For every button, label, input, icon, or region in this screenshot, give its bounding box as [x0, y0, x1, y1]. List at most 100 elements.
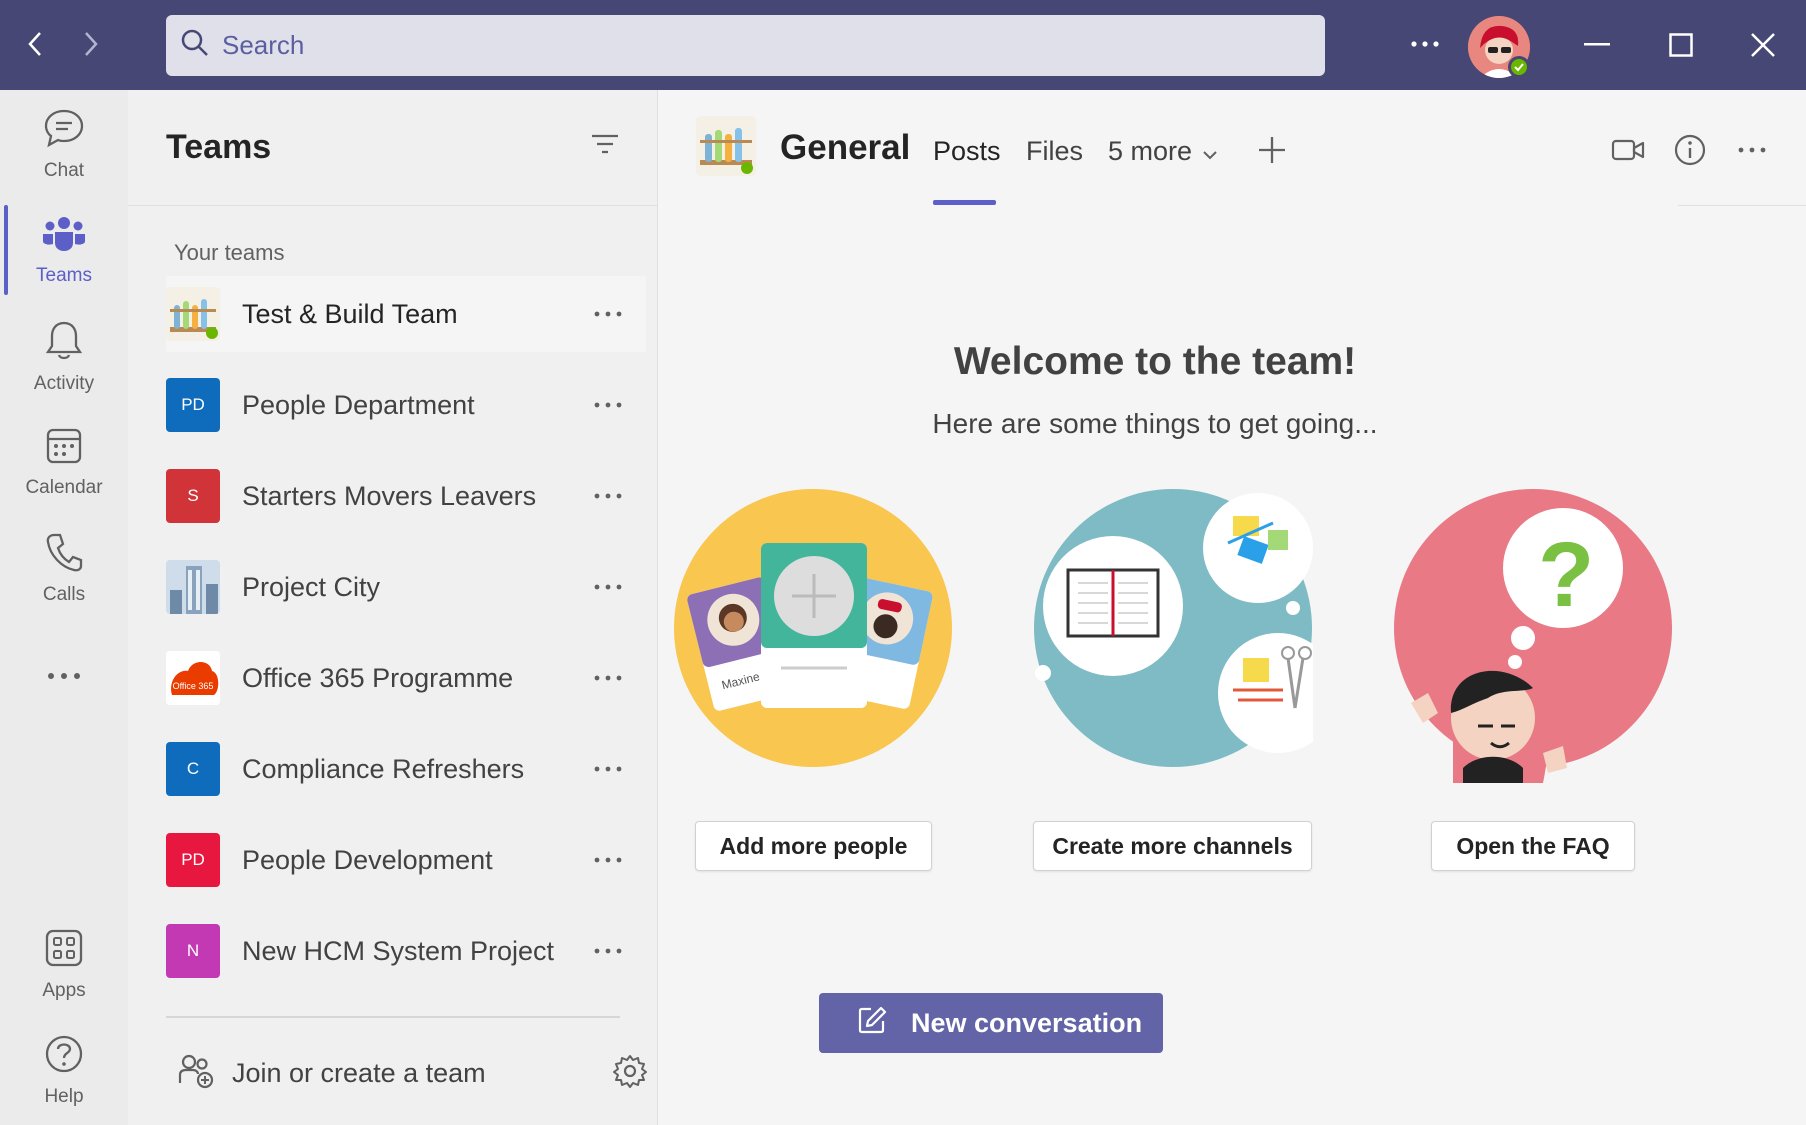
page-title: Teams — [166, 128, 272, 166]
teams-panel: Teams Your teams Test & Build Team PD Pe… — [128, 90, 658, 1125]
compose-icon — [857, 1005, 887, 1042]
team-row[interactable]: C Compliance Refreshers — [166, 731, 646, 807]
team-name: People Department — [242, 389, 475, 420]
rail-label-activity: Activity — [33, 373, 95, 394]
faq-illustration: ? — [1393, 488, 1673, 783]
add-people-illustration: Maxine — [673, 488, 953, 783]
team-row[interactable]: PD People Development — [166, 822, 646, 898]
rail-label-help: Help — [44, 1086, 84, 1107]
team-name: Test & Build Team — [242, 298, 458, 329]
gear-icon[interactable] — [612, 1053, 648, 1094]
video-call-icon[interactable] — [1608, 130, 1648, 170]
minimize-icon[interactable] — [1572, 20, 1622, 70]
rail-item-apps[interactable]: Apps — [0, 917, 128, 1013]
add-tab-icon[interactable] — [1252, 130, 1292, 170]
team-tile: PD — [166, 378, 220, 432]
rail-item-chat[interactable]: Chat — [0, 97, 128, 193]
filter-icon[interactable] — [590, 132, 626, 162]
active-tab-indicator — [933, 200, 996, 205]
more-options-icon[interactable] — [1732, 130, 1772, 170]
rail-label-teams: Teams — [36, 265, 92, 286]
team-name: Office 365 Programme — [242, 662, 514, 693]
add-more-people-button[interactable]: Add more people — [695, 821, 932, 871]
more-options-icon[interactable] — [588, 390, 628, 420]
more-options-icon[interactable] — [588, 299, 628, 329]
rail-label-apps: Apps — [42, 980, 86, 1001]
rail-item-help[interactable]: Help — [0, 1023, 128, 1119]
svg-text:?: ? — [1538, 524, 1594, 626]
more-icon — [47, 664, 81, 686]
team-row[interactable]: N New HCM System Project — [166, 913, 646, 989]
back-arrow-icon[interactable] — [18, 26, 54, 62]
info-icon[interactable] — [1670, 130, 1710, 170]
phone-icon — [45, 532, 83, 578]
team-name: Project City — [242, 571, 381, 602]
title-bar — [0, 0, 1806, 90]
more-options-icon[interactable] — [588, 936, 628, 966]
divider — [128, 205, 658, 206]
more-options-icon[interactable] — [588, 754, 628, 784]
tab-files[interactable]: Files — [1026, 136, 1083, 167]
new-conversation-button[interactable]: New conversation — [819, 993, 1163, 1053]
team-name: New HCM System Project — [242, 935, 555, 966]
tab-more[interactable]: 5 more — [1108, 136, 1218, 167]
divider — [166, 1016, 620, 1018]
rail-item-calls[interactable]: Calls — [0, 521, 128, 617]
divider — [1678, 205, 1806, 206]
tab-posts[interactable]: Posts — [933, 136, 1001, 167]
chat-icon — [43, 108, 85, 154]
team-tile: N — [166, 924, 220, 978]
team-tile — [166, 287, 220, 341]
team-row[interactable]: PD People Department — [166, 367, 646, 443]
team-tile: Office 365 — [166, 651, 220, 705]
add-people-icon — [178, 1053, 214, 1094]
help-icon — [44, 1034, 84, 1080]
rail-label-chat: Chat — [43, 160, 85, 181]
presence-available-icon — [1508, 56, 1530, 78]
team-row[interactable]: Project City — [166, 549, 646, 625]
team-row[interactable]: S Starters Movers Leavers — [166, 458, 646, 534]
team-tile — [166, 560, 220, 614]
bell-icon — [45, 319, 83, 367]
open-faq-button[interactable]: Open the FAQ — [1431, 821, 1635, 871]
welcome-title: Welcome to the team! — [953, 340, 1357, 383]
search-box[interactable] — [166, 15, 1325, 76]
chevron-down-icon — [1202, 136, 1218, 167]
channel-header: General Posts Files 5 more — [658, 90, 1806, 206]
rail-item-more[interactable] — [0, 627, 128, 723]
rail-item-activity[interactable]: Activity — [0, 309, 128, 405]
search-input[interactable] — [222, 30, 1222, 61]
join-or-create-team-button[interactable]: Join or create a team — [178, 1048, 648, 1098]
calendar-icon — [45, 427, 83, 471]
team-row[interactable]: Test & Build Team — [166, 276, 646, 352]
rail-item-teams[interactable]: Teams — [0, 203, 128, 299]
more-options-icon[interactable] — [1405, 26, 1445, 62]
more-options-icon[interactable] — [588, 572, 628, 602]
team-tile: PD — [166, 833, 220, 887]
section-label: Your teams — [174, 240, 285, 265]
rail-label-calls: Calls — [42, 584, 86, 605]
team-name: Compliance Refreshers — [242, 753, 525, 784]
rail-item-calendar[interactable]: Calendar — [0, 415, 128, 511]
welcome-subtitle: Here are some things to get going... — [932, 408, 1378, 439]
team-name: People Development — [242, 844, 493, 875]
team-tile: S — [166, 469, 220, 523]
teams-icon — [42, 215, 86, 259]
more-options-icon[interactable] — [588, 481, 628, 511]
channel-team-tile — [696, 116, 756, 176]
forward-arrow-icon[interactable] — [72, 26, 108, 62]
rail-label-calendar: Calendar — [25, 477, 103, 498]
team-row[interactable]: Office 365 Office 365 Programme — [166, 640, 646, 716]
tab-more-label: 5 more — [1108, 136, 1193, 166]
team-name: Starters Movers Leavers — [242, 480, 537, 511]
create-more-channels-button[interactable]: Create more channels — [1033, 821, 1312, 871]
search-icon — [180, 28, 210, 63]
channel-title: General — [780, 128, 911, 167]
more-options-icon[interactable] — [588, 845, 628, 875]
office-logo-label: Office 365 — [172, 681, 214, 691]
close-icon[interactable] — [1738, 20, 1788, 70]
create-channels-illustration — [1033, 488, 1338, 783]
apps-icon — [44, 928, 84, 974]
more-options-icon[interactable] — [588, 663, 628, 693]
maximize-icon[interactable] — [1656, 20, 1706, 70]
